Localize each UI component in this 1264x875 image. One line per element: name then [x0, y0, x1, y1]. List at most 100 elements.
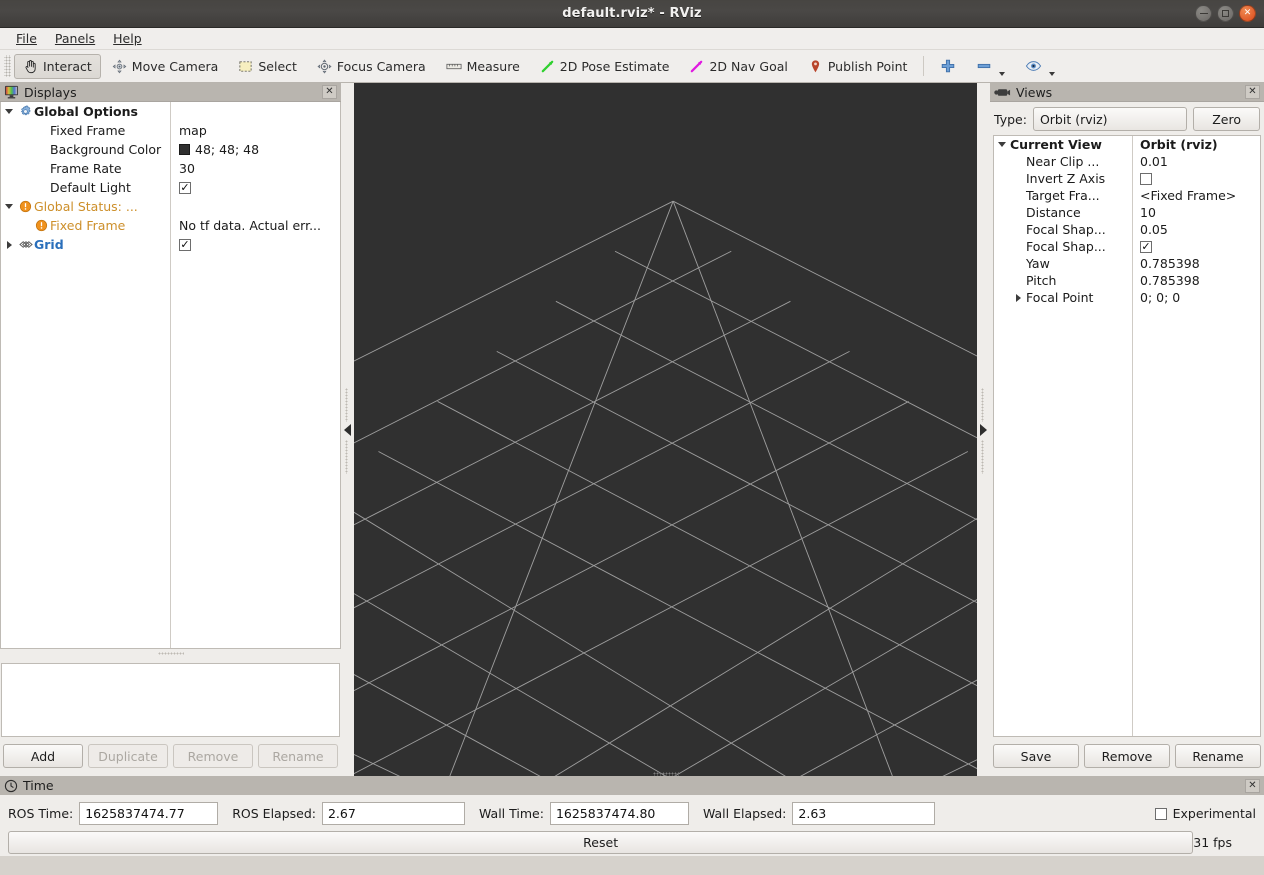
close-button[interactable]: ✕	[1239, 5, 1256, 22]
tool-visibility[interactable]	[1016, 54, 1064, 79]
table-row[interactable]: Focal Shap... 0.05	[994, 221, 1260, 238]
tool-focus-camera[interactable]: Focus Camera	[308, 54, 435, 79]
minus-icon	[976, 58, 992, 74]
time-actions-row: Reset 31 fps	[0, 825, 1264, 854]
views-panel-title: Views	[1016, 85, 1052, 100]
wall-elapsed-input[interactable]: 2.63	[792, 802, 935, 825]
views-tree[interactable]: Current View Orbit (rviz) Near Clip ... …	[993, 135, 1261, 737]
caret-right-icon[interactable]	[980, 424, 987, 436]
rename-view-button[interactable]: Rename	[1175, 744, 1261, 768]
wall-time-input[interactable]: 1625837474.80	[550, 802, 689, 825]
row-value[interactable]: <Fixed Frame>	[1140, 188, 1236, 203]
view-type-value: Orbit (rviz)	[1040, 112, 1172, 127]
grid-enabled-checkbox[interactable]: ✓	[179, 239, 191, 251]
toolbar-grip[interactable]	[4, 55, 11, 77]
time-close-icon[interactable]: ✕	[1245, 779, 1260, 793]
minimize-button[interactable]	[1195, 5, 1212, 22]
view-type-select[interactable]: Orbit (rviz)	[1033, 107, 1187, 131]
views-button-row: Save Remove Rename	[990, 737, 1264, 776]
menu-file[interactable]: File	[8, 29, 45, 48]
focal-shape-fixed-size-checkbox[interactable]: ✓	[1140, 241, 1152, 253]
table-row[interactable]: Target Fra... <Fixed Frame>	[994, 187, 1260, 204]
row-value[interactable]: map	[179, 123, 207, 138]
menubar: File Panels Help	[0, 28, 1264, 50]
viewport-bottom-grip[interactable]	[653, 772, 679, 776]
experimental-checkbox[interactable]	[1155, 808, 1167, 820]
table-row[interactable]: Distance 10	[994, 204, 1260, 221]
select-rectangle-icon	[238, 59, 253, 74]
row-label: Global Status: ...	[34, 199, 138, 214]
tool-2d-pose-estimate[interactable]: 2D Pose Estimate	[531, 54, 679, 79]
add-button[interactable]: Add	[3, 744, 83, 768]
table-row[interactable]: Focal Shap... ✓	[994, 238, 1260, 255]
caret-left-icon[interactable]	[344, 424, 351, 436]
row-label: Focal Shap...	[1026, 222, 1106, 237]
window-controls: ✕	[1195, 5, 1256, 22]
remove-button: Remove	[173, 744, 253, 768]
tool-interact[interactable]: Interact	[14, 54, 101, 79]
table-row[interactable]: Pitch 0.785398	[994, 272, 1260, 289]
save-view-button[interactable]: Save	[993, 744, 1079, 768]
row-value[interactable]: 0; 0; 0	[1140, 290, 1180, 305]
table-row[interactable]: Focal Point 0; 0; 0	[994, 289, 1260, 306]
tool-2d-nav-goal[interactable]: 2D Nav Goal	[680, 54, 796, 79]
row-value[interactable]: Orbit (rviz)	[1140, 137, 1218, 152]
displays-close-icon[interactable]: ✕	[322, 85, 337, 99]
focus-camera-icon	[317, 59, 332, 74]
expand-twisty-down-icon[interactable]	[1, 204, 17, 209]
collapse-displays-handle[interactable]	[341, 83, 354, 776]
tool-zoom-in[interactable]	[931, 54, 965, 79]
row-value[interactable]: 0.01	[1140, 154, 1168, 169]
window-title: default.rviz* - RViz	[562, 6, 701, 21]
expand-twisty-right-icon[interactable]	[1010, 294, 1026, 302]
row-value[interactable]: 0.785398	[1140, 256, 1200, 271]
menu-help[interactable]: Help	[105, 29, 150, 48]
row-value[interactable]: 0.785398	[1140, 273, 1200, 288]
menu-panels-label: Panels	[55, 31, 95, 46]
zoom-out-dropdown-caret-icon[interactable]	[999, 72, 1005, 76]
expand-twisty-down-icon[interactable]	[1, 109, 17, 114]
warning-icon	[33, 219, 50, 232]
ros-time-input[interactable]: 1625837474.77	[79, 802, 218, 825]
row-value[interactable]: 0.05	[1140, 222, 1168, 237]
tool-select[interactable]: Select	[229, 54, 306, 79]
views-close-icon[interactable]: ✕	[1245, 85, 1260, 99]
row-value[interactable]: 48; 48; 48	[195, 142, 259, 157]
main-body: Displays ✕ Global Options	[0, 83, 1264, 776]
time-panel-title: Time	[23, 778, 54, 793]
ros-elapsed-input[interactable]: 2.67	[322, 802, 465, 825]
row-value[interactable]: 10	[1140, 205, 1156, 220]
zero-button[interactable]: Zero	[1193, 107, 1260, 131]
time-fields-row: ROS Time: 1625837474.77 ROS Elapsed: 2.6…	[0, 795, 1264, 825]
displays-tree[interactable]: Global Options Fixed Frame map Backgroun…	[0, 102, 341, 649]
ros-elapsed-label: ROS Elapsed:	[232, 806, 316, 821]
row-value[interactable]: 30	[179, 161, 195, 176]
experimental-toggle[interactable]: Experimental	[1155, 806, 1256, 821]
invert-z-axis-checkbox[interactable]	[1140, 173, 1152, 185]
tool-publish-point[interactable]: Publish Point	[799, 54, 917, 79]
view-type-label: Type:	[994, 112, 1027, 127]
table-row[interactable]: Yaw 0.785398	[994, 255, 1260, 272]
tool-zoom-out[interactable]	[967, 54, 1014, 79]
color-swatch[interactable]	[179, 144, 190, 155]
tool-measure[interactable]: Measure	[437, 54, 529, 79]
table-row[interactable]: Current View Orbit (rviz)	[994, 136, 1260, 153]
default-light-checkbox[interactable]: ✓	[179, 182, 191, 194]
displays-panel: Displays ✕ Global Options	[0, 83, 341, 776]
displays-splitter[interactable]	[0, 649, 341, 657]
expand-twisty-right-icon[interactable]	[1, 241, 17, 249]
menu-panels[interactable]: Panels	[47, 29, 103, 48]
tool-move-camera[interactable]: Move Camera	[103, 54, 228, 79]
displays-column-divider	[170, 102, 171, 648]
reset-button[interactable]: Reset	[8, 831, 1193, 854]
maximize-button[interactable]	[1217, 5, 1234, 22]
expand-twisty-down-icon[interactable]	[994, 142, 1010, 147]
table-row[interactable]: Near Clip ... 0.01	[994, 153, 1260, 170]
collapse-views-handle[interactable]	[977, 83, 990, 776]
row-label: Pitch	[1026, 273, 1056, 288]
table-row[interactable]: Invert Z Axis	[994, 170, 1260, 187]
remove-view-button[interactable]: Remove	[1084, 744, 1170, 768]
visibility-dropdown-caret-icon[interactable]	[1049, 72, 1055, 76]
3d-viewport[interactable]	[354, 83, 977, 776]
tool-2d-pose-estimate-label: 2D Pose Estimate	[560, 59, 670, 74]
